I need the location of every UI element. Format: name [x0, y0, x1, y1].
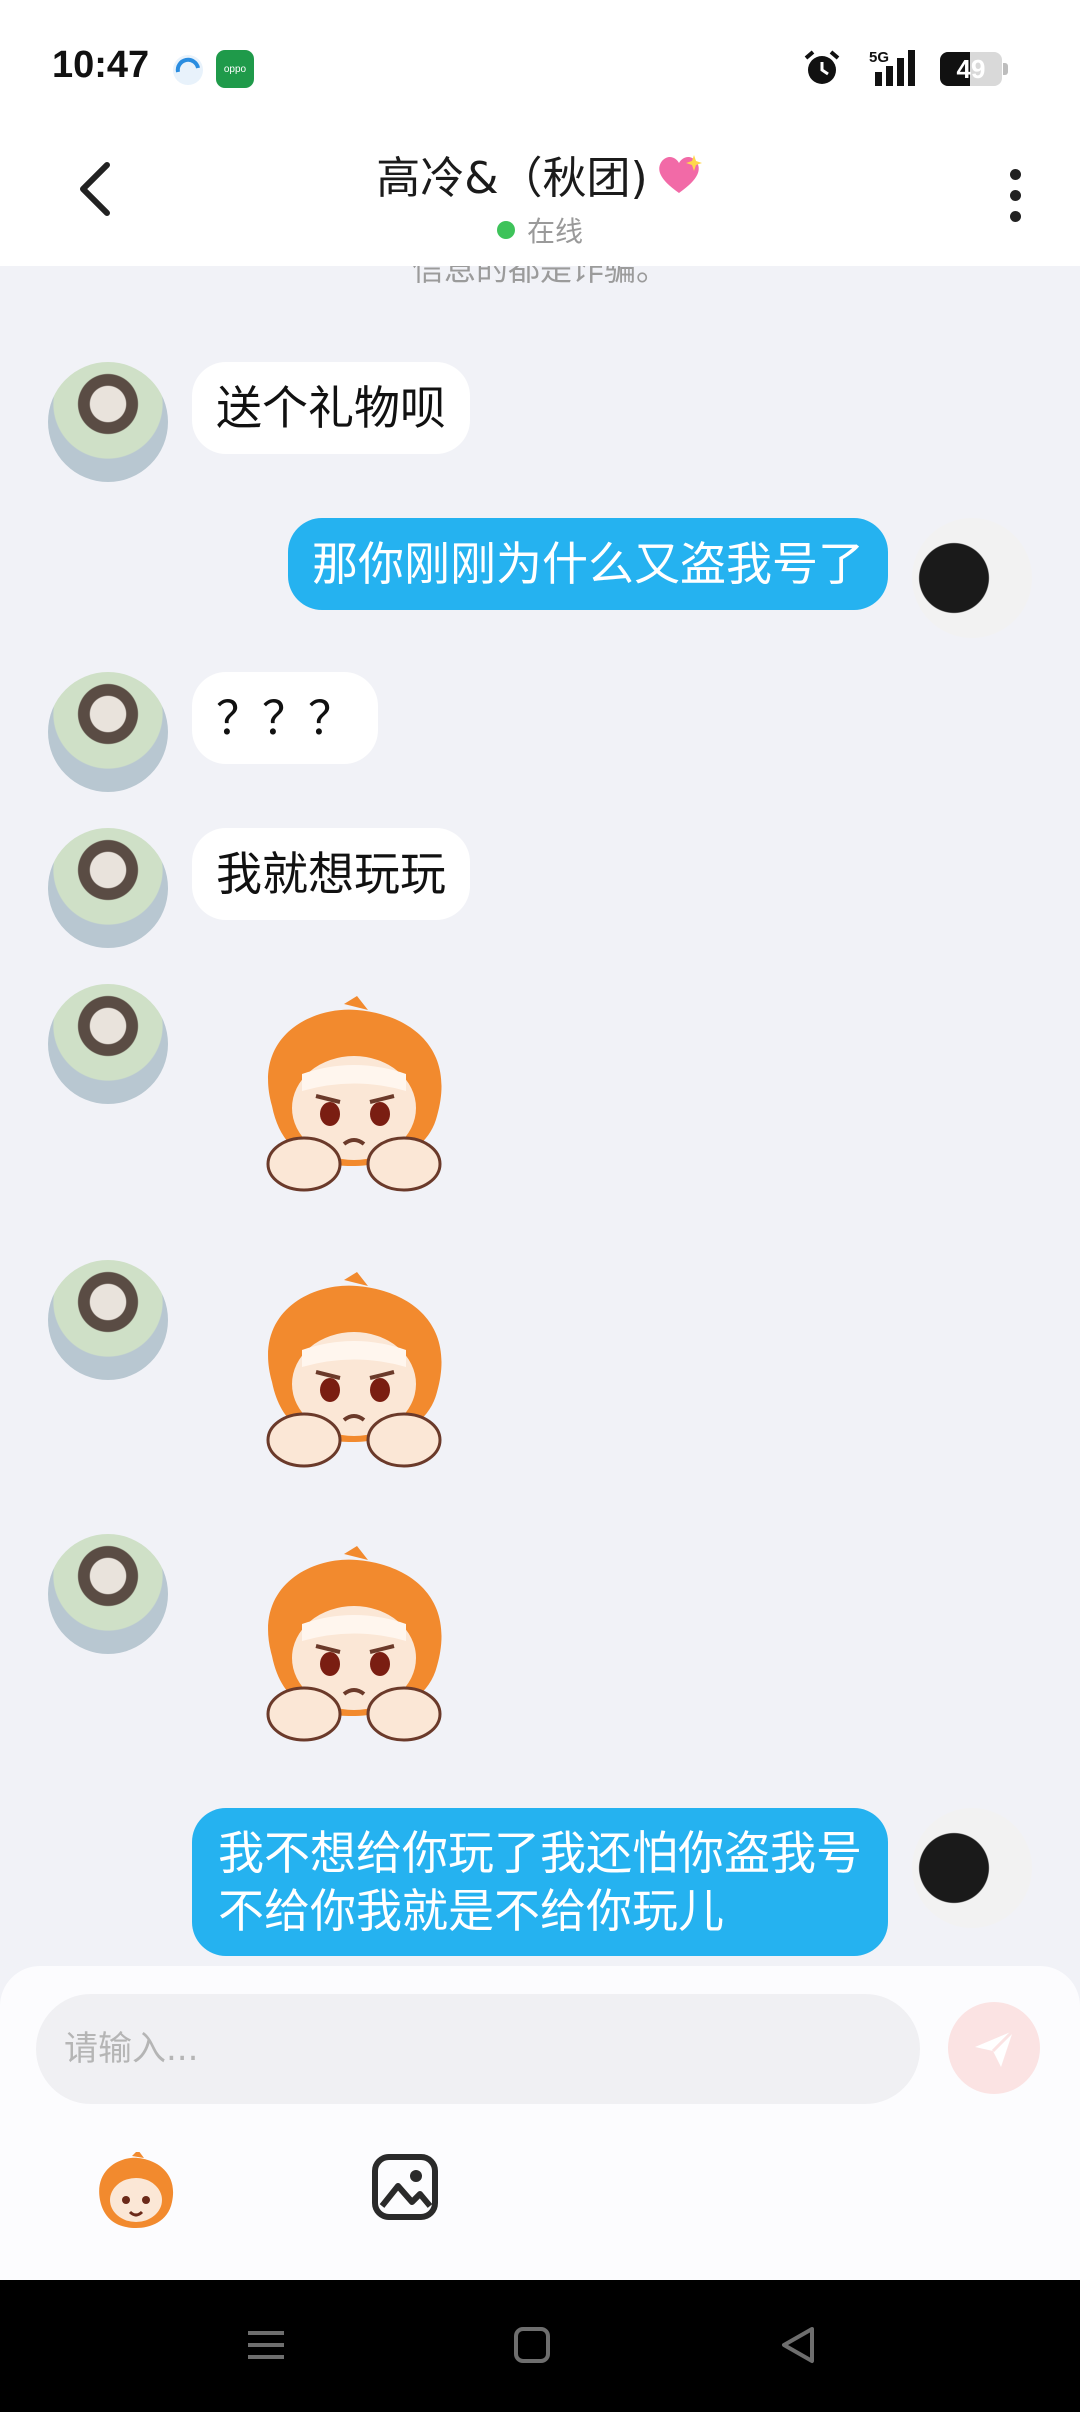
system-notice: 信息的都是诈骗。 [411, 266, 668, 288]
more-vertical-icon [1009, 168, 1021, 180]
chevron-left-icon [80, 162, 110, 216]
system-nav-bar [0, 2280, 1080, 2412]
menu-icon [248, 2331, 284, 2359]
recent-apps-button[interactable] [236, 2320, 296, 2370]
sad-orange-character-sticker[interactable] [232, 1272, 472, 1472]
contact-avatar[interactable] [48, 1534, 168, 1654]
contact-avatar[interactable] [48, 672, 168, 792]
input-panel [0, 1966, 1080, 2280]
message-bubble-other[interactable]: 我就想玩玩 [192, 828, 470, 920]
chat-area[interactable]: 信息的都是诈骗。 送个礼物呗 那你刚刚为什么又盗我号了 ？？？ 我就想玩玩 我不… [0, 266, 1080, 1966]
send-button[interactable] [948, 2002, 1040, 2094]
message-bubble-other[interactable]: ？？？ [192, 672, 378, 764]
emoji-sticker-icon[interactable] [92, 2152, 180, 2232]
sparkling-heart-icon [658, 155, 702, 193]
home-square-icon [514, 2327, 550, 2363]
back-triangle-icon [782, 2327, 814, 2363]
more-button[interactable] [990, 160, 1040, 230]
battery-indicator: 49 [940, 52, 1008, 86]
contact-avatar[interactable] [48, 1260, 168, 1380]
alarm-icon [804, 50, 840, 84]
sad-orange-character-sticker[interactable] [232, 996, 472, 1196]
contact-avatar[interactable] [48, 828, 168, 948]
browser-app-icon [173, 55, 203, 85]
status-bar: 10:47 oppo 5G 49 [0, 0, 1080, 130]
my-avatar[interactable] [912, 1808, 1032, 1928]
back-button[interactable] [60, 154, 130, 224]
message-input[interactable] [64, 1994, 884, 2104]
message-line-2: 不给你我就是不给你玩儿 [218, 1884, 724, 1938]
send-icon [975, 2029, 1015, 2067]
back-nav-button[interactable] [768, 2320, 828, 2370]
contact-avatar[interactable] [48, 362, 168, 482]
network-label: 5G [869, 49, 889, 66]
my-avatar[interactable] [912, 518, 1032, 638]
sad-orange-character-sticker[interactable] [232, 1546, 472, 1746]
message-bubble-me[interactable]: 我不想给你玩了我还怕你盗我号 不给你我就是不给你玩儿 [192, 1808, 888, 1956]
image-icon[interactable] [370, 2152, 440, 2222]
oppo-app-icon: oppo [216, 50, 254, 88]
online-status: 在线 [240, 210, 840, 250]
message-input-box[interactable] [36, 1994, 920, 2104]
home-button[interactable] [502, 2320, 562, 2370]
contact-avatar[interactable] [48, 984, 168, 1104]
message-line-1: 我不想给你玩了我还怕你盗我号 [218, 1826, 862, 1880]
online-text: 在线 [526, 215, 583, 248]
title-area: 高冷&（秋团) 在线 [240, 142, 840, 250]
chat-header: 高冷&（秋团) 在线 [0, 130, 1080, 266]
message-bubble-me[interactable]: 那你刚刚为什么又盗我号了 [288, 518, 888, 610]
message-bubble-other[interactable]: 送个礼物呗 [192, 362, 470, 454]
signal-5g-icon: 5G [869, 49, 915, 86]
contact-name: 高冷&（秋团) [376, 153, 648, 204]
online-dot [496, 221, 515, 239]
chat-title: 高冷&（秋团) [376, 142, 703, 206]
status-time: 10:47 [52, 44, 150, 86]
battery-text: 49 [956, 54, 986, 84]
